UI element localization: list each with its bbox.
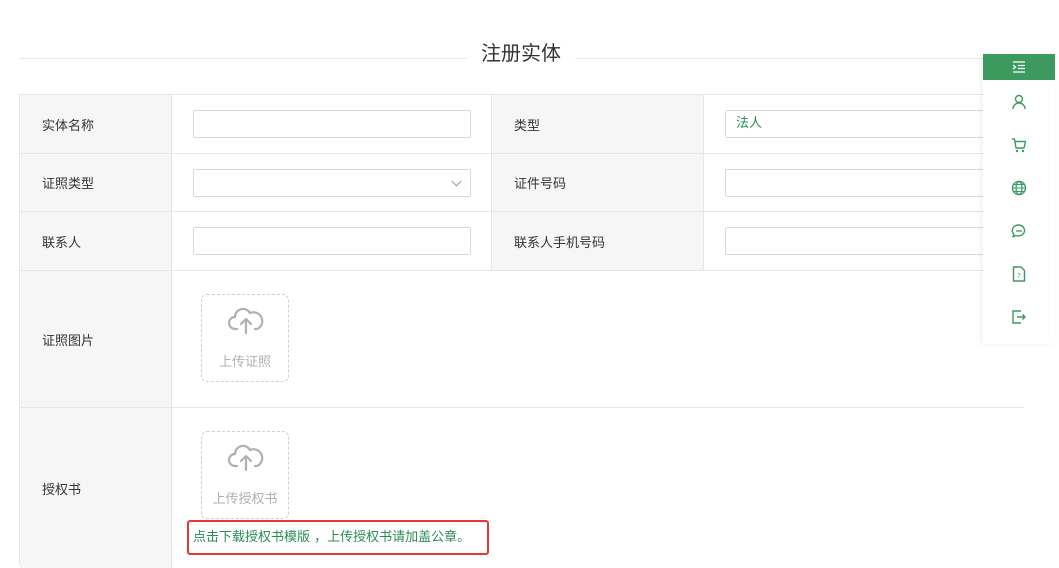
download-template-link[interactable]: 点击下载授权书模版 [193,530,310,545]
sidebar-item-cart[interactable] [983,123,1055,166]
cert-number-input[interactable] [725,168,1003,197]
contact-input[interactable] [193,227,471,255]
type-select[interactable]: 法人 [725,110,1003,138]
user-icon [1012,94,1026,109]
cart-icon [1012,137,1027,152]
contact-phone-input[interactable] [725,227,1003,255]
sidebar-item-help-doc[interactable]: ? [983,252,1055,295]
cert-image-upload-label: 上传证照 [218,355,271,370]
type-cell: 法人 [704,95,1024,153]
form-row: 证照类型 证件号码 [20,154,1024,212]
cert-image-uploader[interactable]: 上传证照 [201,294,289,382]
page-header: 注册实体 [19,36,1023,72]
contact-phone-cell [704,212,1024,270]
svg-text:?: ? [1017,272,1021,280]
floating-sidebar: ? [983,54,1055,344]
cloud-upload-icon [228,307,264,335]
authorization-label: 授权书 [20,408,172,568]
authorization-upload-label: 上传授权书 [212,492,278,507]
menu-indent-icon [1012,61,1025,73]
cert-number-cell [704,154,1024,211]
sidebar-item-logout[interactable] [983,295,1055,338]
form-row: 实体名称 类型 法人 [20,95,1024,154]
contact-label: 联系人 [20,212,172,270]
authorization-uploader[interactable]: 上传授权书 [201,431,289,519]
entity-name-cell [172,95,492,153]
type-select-value: 法人 [736,116,763,131]
sidebar-item-chat[interactable] [983,209,1055,252]
sidebar-item-user[interactable] [983,80,1055,123]
help-document-icon: ? [1012,265,1026,282]
entity-name-label: 实体名称 [20,95,172,153]
form-row: 授权书 上传授权书 [20,408,1024,568]
logout-icon [1012,309,1026,324]
authorization-notice: 点击下载授权书模版 ，上传授权书请加盖公章。 [187,520,489,555]
entity-form: 实体名称 类型 法人 证照类型 证件号码 联系人 联系人手机号码 证照图片 上传… [19,94,1024,568]
page-title: 注册实体 [467,36,575,70]
cert-number-label: 证件号码 [492,154,704,211]
sidebar-toggle[interactable] [983,54,1055,80]
entity-name-input[interactable] [193,110,471,138]
form-row: 证照图片 上传证照 [20,271,1024,408]
type-label: 类型 [492,95,704,153]
sidebar-item-globe[interactable] [983,166,1055,209]
cert-type-cell [172,154,492,211]
globe-icon [1011,180,1027,195]
cert-image-label: 证照图片 [20,271,172,407]
contact-cell [172,212,492,270]
form-row: 联系人 联系人手机号码 [20,212,1024,271]
cert-type-select[interactable] [193,168,471,197]
notice-text: ，上传授权书请加盖公章。 [310,530,471,545]
chat-icon [1011,223,1026,238]
cloud-upload-icon [228,444,264,472]
contact-phone-label: 联系人手机号码 [492,212,704,270]
cert-type-label: 证照类型 [20,154,172,211]
cert-image-cell: 上传证照 [172,271,1024,407]
chevron-down-icon [451,176,462,186]
